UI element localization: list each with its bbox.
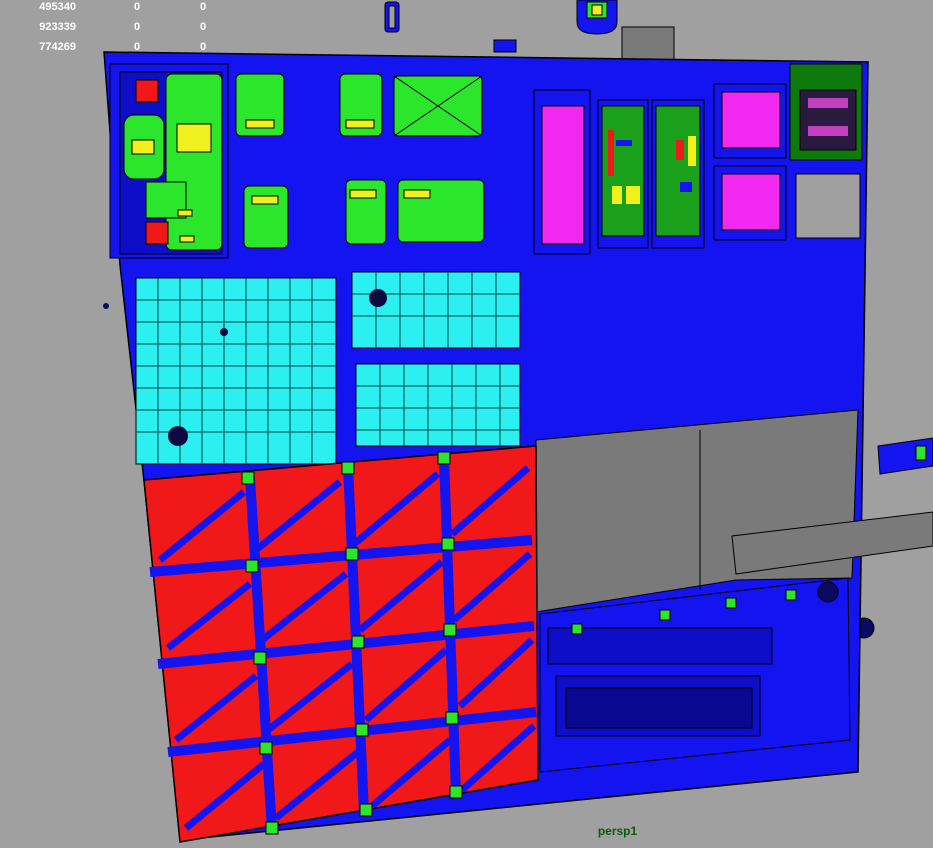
cyan-panel-left[interactable] — [135, 277, 337, 465]
hud-row: 495340 0 0 — [0, 1, 230, 15]
empty-cabinet-slot[interactable] — [795, 173, 861, 239]
hud-value: 923339 — [39, 21, 76, 33]
cyan-panel-top-right[interactable] — [351, 271, 521, 349]
hud-value: 774269 — [39, 41, 76, 53]
floating-widget-top-right[interactable] — [576, 0, 618, 35]
hud-value: 0 — [199, 1, 207, 13]
hud-value: 495340 — [39, 1, 76, 13]
circuit-board-left[interactable] — [597, 99, 649, 249]
hud-row: 923339 0 0 — [0, 21, 230, 35]
stray-vertex[interactable] — [103, 303, 109, 309]
camera-name-label: persp1 — [597, 824, 638, 838]
hud-value: 0 — [133, 1, 141, 13]
cyan-panel-bottom-right[interactable] — [355, 363, 521, 447]
dark-green-cabinet[interactable] — [789, 63, 863, 161]
red-lattice-panel[interactable] — [143, 445, 539, 843]
hud-value: 0 — [133, 21, 141, 33]
circuit-board-right[interactable] — [651, 99, 705, 249]
small-floating-block[interactable] — [493, 39, 517, 53]
hud-value: 0 — [199, 21, 207, 33]
magenta-cabinet-left[interactable] — [533, 89, 591, 255]
hud-value: 0 — [133, 41, 141, 53]
poly-count-hud: 495340 0 0 923339 0 0 774269 0 0 — [0, 0, 230, 60]
floating-widget-top[interactable] — [384, 1, 400, 33]
persp-viewport[interactable] — [0, 0, 933, 848]
hud-row: 774269 0 0 — [0, 41, 230, 55]
control-box[interactable] — [109, 63, 229, 259]
hud-value: 0 — [199, 41, 207, 53]
